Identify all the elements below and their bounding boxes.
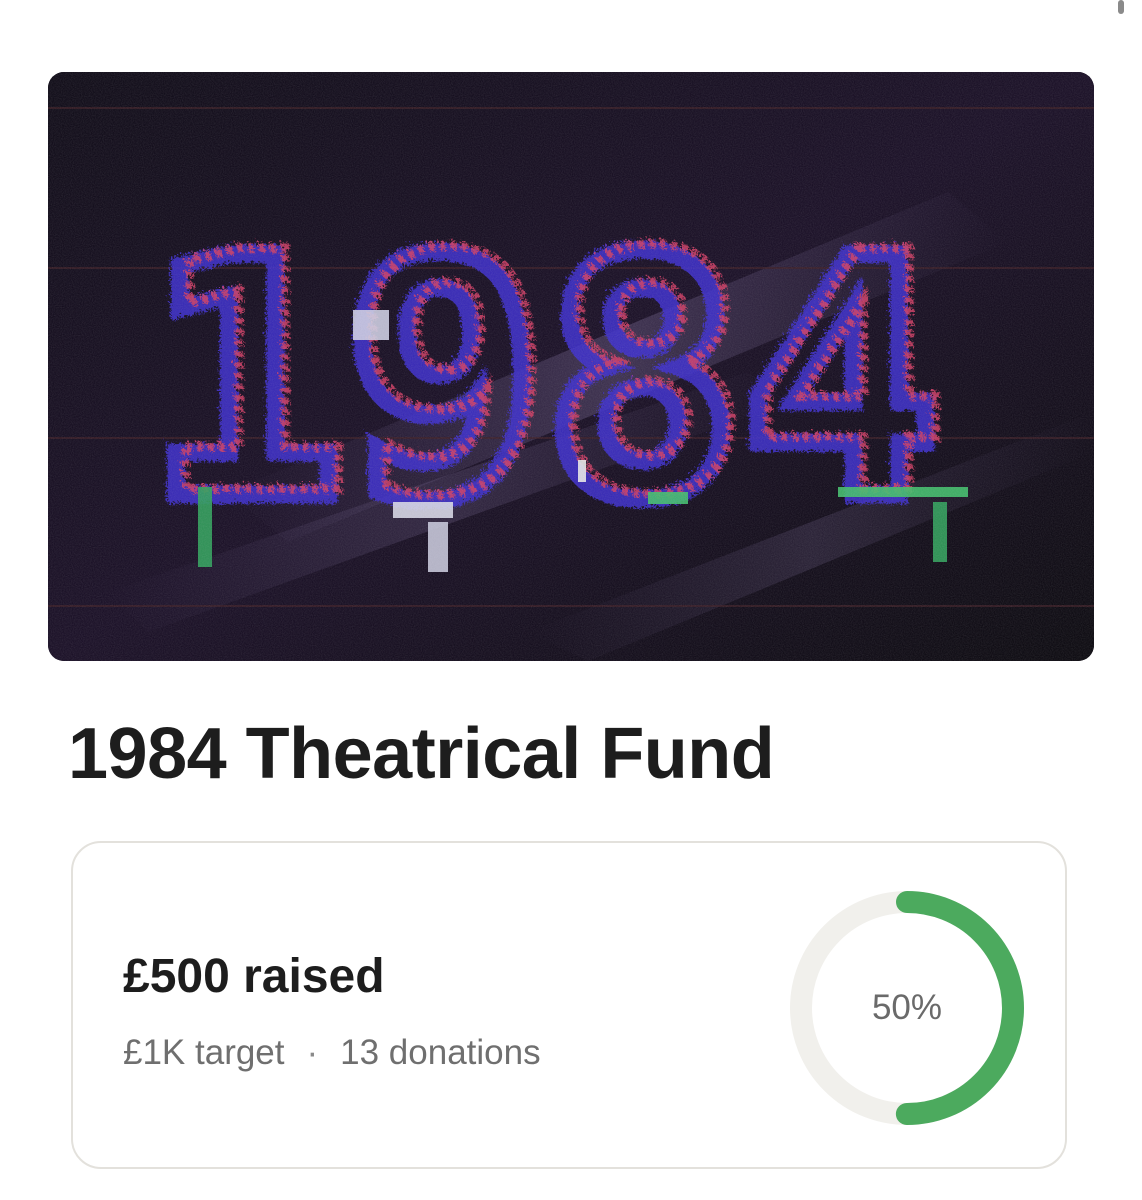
glitch-1984-artwork: 1984 1984 — [48, 72, 1094, 661]
donations-count: 13 donations — [340, 1033, 541, 1072]
campaign-cover-image: 1984 1984 — [48, 72, 1094, 661]
separator-dot: · — [306, 1033, 319, 1072]
amount-raised: £500 raised — [123, 950, 385, 1003]
target-amount: £1K target — [123, 1033, 285, 1072]
scrollbar-thumb[interactable] — [1118, 0, 1124, 14]
progress-ring: 50% — [790, 891, 1024, 1125]
campaign-meta: £1K target · 13 donations — [123, 1033, 541, 1073]
fundraising-progress-card: £500 raised £1K target · 13 donations 50% — [71, 841, 1067, 1169]
progress-percent: 50% — [871, 988, 943, 1027]
campaign-title: 1984 Theatrical Fund — [68, 714, 775, 794]
